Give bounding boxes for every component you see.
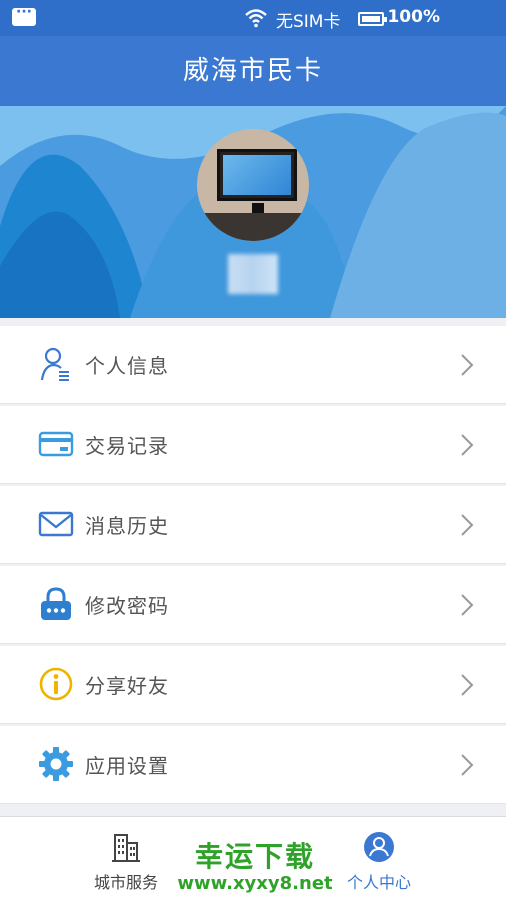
wifi-icon <box>245 9 267 28</box>
battery-percent: 100% <box>387 7 440 27</box>
menu-label: 修改密码 <box>85 594 169 618</box>
app-header: 威海市民卡 <box>0 36 506 106</box>
tab-city-services[interactable]: 城市服务 <box>76 817 176 900</box>
chevron-right-icon <box>461 434 474 456</box>
menu-label: 应用设置 <box>85 754 169 778</box>
tab-label: 个人中心 <box>346 873 411 892</box>
chevron-right-icon <box>461 754 474 776</box>
profile-banner <box>0 106 506 318</box>
menu-label: 消息历史 <box>85 514 169 538</box>
avatar[interactable] <box>197 129 309 241</box>
chevron-right-icon <box>461 354 474 376</box>
watermark: 幸运下载 www.xyxy8.net <box>170 835 340 894</box>
menu-item-change-password[interactable]: 修改密码 <box>0 566 506 644</box>
notification-icon <box>12 4 36 26</box>
menu-item-share[interactable]: 分享好友 <box>0 646 506 724</box>
menu-item-transactions[interactable]: 交易记录 <box>0 406 506 484</box>
username-blurred <box>228 254 278 294</box>
info-icon <box>39 667 73 701</box>
profile-menu: 个人信息 交易记录 消息历史 修改密码 分享好友 应用设置 <box>0 326 506 806</box>
menu-label: 交易记录 <box>85 434 169 458</box>
sim-status: 无SIM卡 <box>276 12 341 32</box>
user-info-icon <box>40 347 69 381</box>
menu-item-personal-info[interactable]: 个人信息 <box>0 326 506 404</box>
lock-icon <box>41 587 71 620</box>
gear-icon <box>39 747 73 781</box>
chevron-right-icon <box>461 674 474 696</box>
watermark-url: www.xyxy8.net <box>177 873 333 894</box>
battery-icon <box>358 12 387 26</box>
envelope-icon <box>38 511 74 537</box>
menu-label: 个人信息 <box>85 354 169 378</box>
person-icon <box>364 832 394 862</box>
watermark-title: 幸运下载 <box>194 840 315 873</box>
chevron-right-icon <box>461 594 474 616</box>
menu-item-messages[interactable]: 消息历史 <box>0 486 506 564</box>
menu-item-settings[interactable]: 应用设置 <box>0 726 506 804</box>
menu-label: 分享好友 <box>85 674 169 698</box>
status-bar: 无SIM卡 100% <box>0 0 506 36</box>
page-title: 威海市民卡 <box>182 56 323 86</box>
bottom-tab-bar: 城市服务 幸运下载 www.xyxy8.net 个人中心 <box>0 816 506 900</box>
buildings-icon <box>112 834 140 862</box>
tab-personal-center[interactable]: 个人中心 <box>329 817 429 900</box>
tab-label: 城市服务 <box>93 873 158 892</box>
chevron-right-icon <box>461 514 474 536</box>
card-icon <box>38 431 74 457</box>
